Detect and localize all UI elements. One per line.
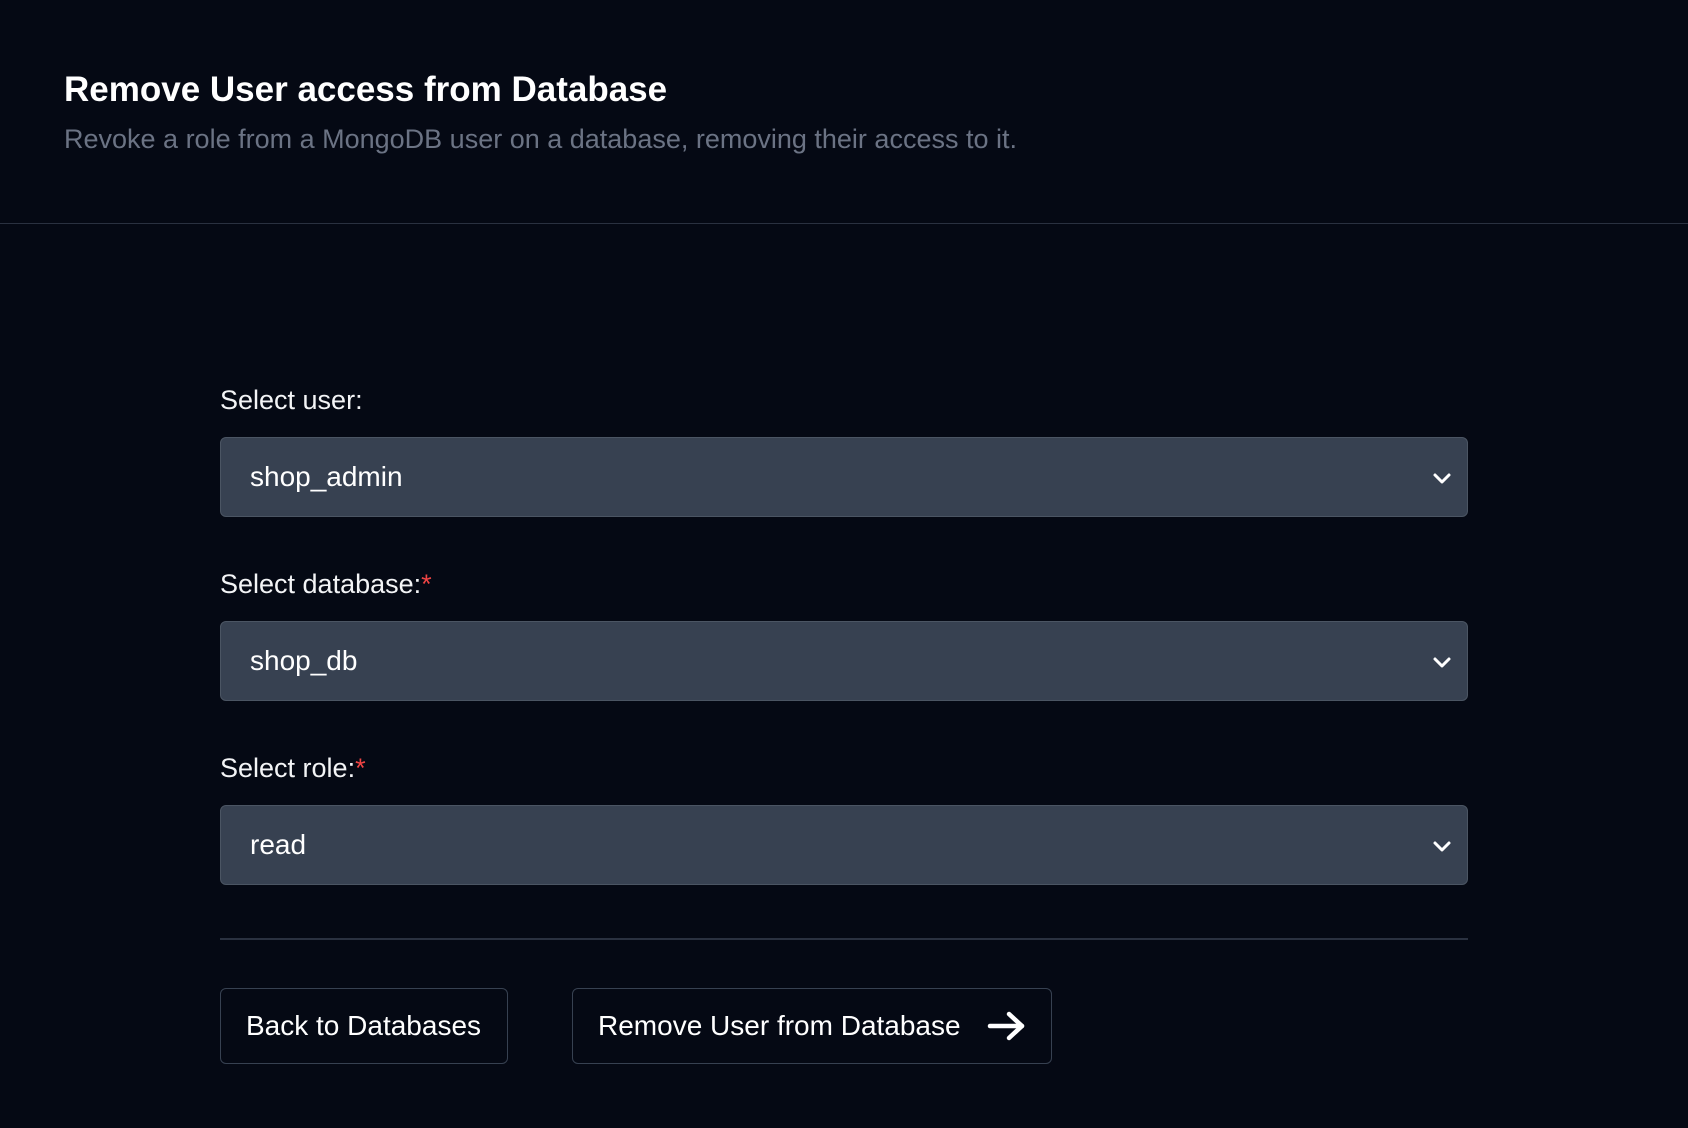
page-title: Remove User access from Database	[64, 70, 668, 109]
page-subtitle: Revoke a role from a MongoDB user on a d…	[64, 124, 1017, 154]
page-header: Remove User access from Database Revoke …	[0, 0, 1688, 224]
role-field-label: Select role:*	[220, 753, 366, 784]
required-asterisk: *	[421, 569, 432, 599]
user-select[interactable]: shop_admin	[220, 437, 1468, 517]
chevron-down-icon	[1433, 657, 1451, 668]
role-select[interactable]: read	[220, 805, 1468, 885]
page: Remove User access from Database Revoke …	[0, 0, 1688, 1128]
database-field-label: Select database:*	[220, 569, 432, 600]
remove-button-label: Remove User from Database	[598, 1010, 961, 1041]
user-field-label: Select user:	[220, 385, 363, 416]
user-select-value: shop_admin	[250, 461, 403, 492]
back-button-label: Back to Databases	[246, 1010, 482, 1041]
remove-user-button[interactable]: Remove User from Database	[572, 988, 1052, 1064]
role-select-value: read	[250, 829, 307, 860]
user-label-text: Select user:	[220, 385, 363, 415]
database-select[interactable]: shop_db	[220, 621, 1468, 701]
chevron-down-icon	[1433, 473, 1451, 484]
form-divider	[220, 938, 1468, 940]
back-to-databases-button[interactable]: Back to Databases	[220, 988, 508, 1064]
arrow-right-icon	[987, 1011, 1025, 1041]
required-asterisk: *	[355, 753, 366, 783]
role-label-text: Select role:	[220, 753, 356, 783]
database-select-value: shop_db	[250, 645, 358, 676]
chevron-down-icon	[1433, 841, 1451, 852]
database-label-text: Select database:	[220, 569, 422, 599]
